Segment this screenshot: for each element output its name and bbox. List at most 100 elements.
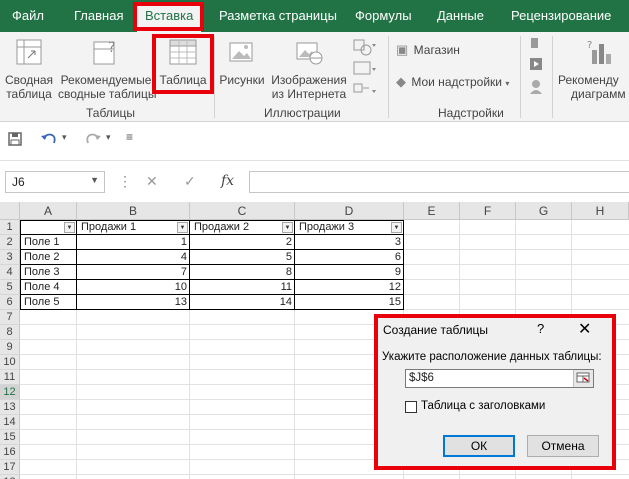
column-header-b[interactable]: B	[77, 202, 190, 220]
table-icon	[169, 39, 197, 65]
shapes-icon[interactable]	[352, 38, 378, 100]
tab-review[interactable]: Рецензирование	[511, 8, 611, 23]
pivot-table-button[interactable]: Сводная таблица	[4, 38, 54, 101]
column-header-d[interactable]: D	[295, 202, 404, 220]
table-border	[20, 264, 404, 265]
filter-dropdown-icon[interactable]: ▼	[64, 222, 75, 233]
formula-input[interactable]	[249, 171, 629, 193]
visio-bing-people-icons[interactable]	[526, 34, 546, 100]
table-border	[20, 294, 404, 295]
tab-file[interactable]: Файл	[12, 8, 44, 23]
column-header-c[interactable]: C	[190, 202, 295, 220]
row-header[interactable]: 9	[0, 340, 20, 355]
select-all-corner[interactable]	[0, 202, 20, 220]
headers-checkbox-label[interactable]: Таблица с заголовками	[421, 400, 545, 412]
tab-data[interactable]: Данные	[437, 8, 484, 23]
value-cell[interactable]: 14	[191, 295, 295, 310]
value-cell[interactable]: 1	[78, 235, 190, 250]
customize-qat-icon[interactable]: ≡	[126, 130, 133, 144]
value-cell[interactable]: 9	[296, 265, 404, 280]
row-header[interactable]: 15	[0, 430, 20, 445]
chevron-down-icon[interactable]: ▼	[90, 175, 99, 185]
row-header[interactable]: 10	[0, 355, 20, 370]
tab-page-layout[interactable]: Разметка страницы	[219, 8, 337, 23]
value-cell[interactable]: 7	[78, 265, 190, 280]
redo-icon[interactable]	[84, 130, 102, 148]
gridline	[20, 474, 629, 475]
recommended-charts-label-2: диаграмм	[571, 87, 626, 101]
close-icon[interactable]: ✕	[578, 319, 591, 339]
row-header[interactable]: 5	[0, 280, 20, 295]
row-header[interactable]: 8	[0, 325, 20, 340]
header-cell-b[interactable]: Продажи 1	[78, 220, 178, 235]
value-cell[interactable]: 8	[191, 265, 295, 280]
row-header[interactable]: 6	[0, 295, 20, 310]
row-label-cell[interactable]: Поле 3	[21, 265, 77, 280]
row-label-cell[interactable]: Поле 4	[21, 280, 77, 295]
value-cell[interactable]: 2	[191, 235, 295, 250]
pictures-button[interactable]: Рисунки	[218, 38, 266, 87]
table-border	[20, 279, 404, 280]
header-cell-c[interactable]: Продажи 2	[191, 220, 283, 235]
row-header[interactable]: 18	[0, 475, 20, 479]
row-header[interactable]: 1	[0, 220, 20, 235]
value-cell[interactable]: 6	[296, 250, 404, 265]
online-pictures-button[interactable]: Изображения из Интернета	[270, 38, 348, 101]
filter-dropdown-icon[interactable]: ▼	[177, 222, 188, 233]
cancel-button[interactable]: Отмена	[527, 435, 599, 457]
tab-formulas[interactable]: Формулы	[355, 8, 412, 23]
undo-icon[interactable]	[40, 130, 58, 148]
header-cell-d[interactable]: Продажи 3	[296, 220, 392, 235]
column-header-h[interactable]: H	[572, 202, 629, 220]
filter-dropdown-icon[interactable]: ▼	[282, 222, 293, 233]
save-icon[interactable]	[8, 132, 22, 146]
column-header-a[interactable]: A	[20, 202, 77, 220]
row-header[interactable]: 2	[0, 235, 20, 250]
recommended-charts-button[interactable]: ? Рекоменду диаграмм	[558, 38, 629, 101]
range-picker-icon[interactable]	[573, 370, 593, 387]
chevron-down-icon[interactable]: ▾	[106, 132, 111, 143]
row-label-cell[interactable]: Поле 5	[21, 295, 77, 310]
row-header[interactable]: 7	[0, 310, 20, 325]
group-tables-label: Таблицы	[86, 106, 136, 120]
value-cell[interactable]: 3	[296, 235, 404, 250]
column-header-g[interactable]: G	[516, 202, 572, 220]
row-header[interactable]: 16	[0, 445, 20, 460]
insert-function-icon[interactable]: fx	[221, 173, 234, 189]
row-header[interactable]: 11	[0, 370, 20, 385]
headers-checkbox[interactable]	[405, 401, 417, 413]
tab-insert[interactable]: Вставка	[137, 3, 202, 32]
value-cell[interactable]: 10	[78, 280, 190, 295]
row-header[interactable]: 17	[0, 460, 20, 475]
tab-home[interactable]: Главная	[74, 8, 123, 23]
value-cell[interactable]: 12	[296, 280, 404, 295]
row-header[interactable]: 3	[0, 250, 20, 265]
row-label-cell[interactable]: Поле 2	[21, 250, 77, 265]
ok-button[interactable]: ОК	[443, 435, 515, 457]
row-header[interactable]: 12	[0, 385, 20, 400]
column-header-f[interactable]: F	[460, 202, 516, 220]
name-box[interactable]: J6 ▼	[5, 171, 105, 193]
table-button[interactable]: Таблица	[158, 38, 208, 87]
filter-dropdown-icon[interactable]: ▼	[391, 222, 402, 233]
value-cell[interactable]: 15	[296, 295, 404, 310]
help-icon[interactable]: ?	[537, 321, 544, 336]
my-addins-button[interactable]: ◆ Мои надстройки ▾	[396, 74, 509, 90]
recommended-charts-icon: ?	[587, 40, 611, 64]
cancel-icon[interactable]: ✕	[146, 173, 158, 190]
value-cell[interactable]: 13	[78, 295, 190, 310]
enter-icon[interactable]: ✓	[184, 173, 196, 190]
chevron-down-icon[interactable]: ▾	[62, 132, 67, 143]
value-cell[interactable]: 11	[191, 280, 295, 295]
row-header[interactable]: 4	[0, 265, 20, 280]
value-cell[interactable]: 5	[191, 250, 295, 265]
ribbon-separator	[552, 36, 553, 118]
column-header-e[interactable]: E	[404, 202, 460, 220]
value-cell[interactable]: 4	[78, 250, 190, 265]
row-header[interactable]: 14	[0, 415, 20, 430]
range-input[interactable]: $J$6	[405, 369, 594, 388]
row-header[interactable]: 13	[0, 400, 20, 415]
recommended-pivot-button[interactable]: ? Рекомендуемые сводные таблицы	[58, 38, 156, 101]
store-button[interactable]: ▣ Магазин	[396, 42, 460, 58]
row-label-cell[interactable]: Поле 1	[21, 235, 77, 250]
